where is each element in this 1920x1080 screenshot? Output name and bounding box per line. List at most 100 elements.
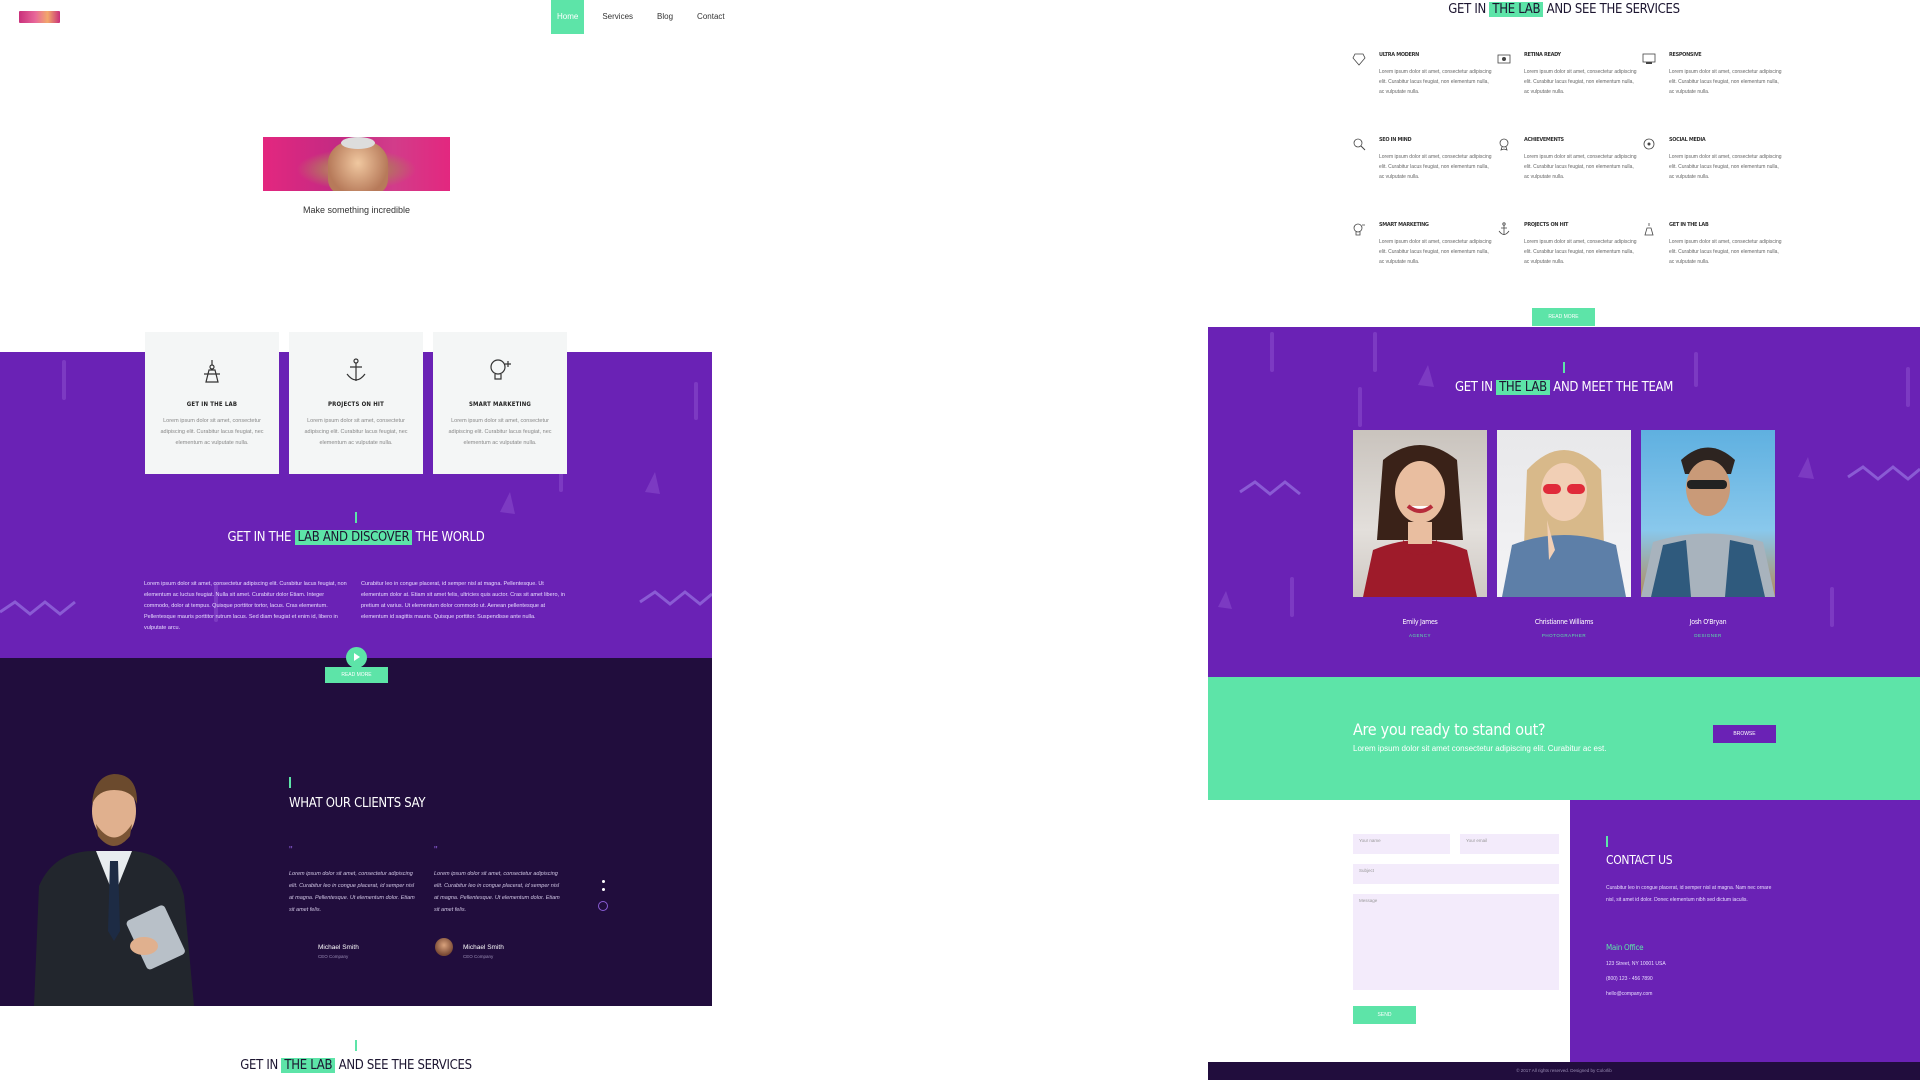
service-title: RETINA READY: [1524, 52, 1561, 58]
nav-services[interactable]: Services: [596, 0, 639, 34]
services-title: GET IN THE LAB AND SEE THE SERVICES: [1448, 2, 1680, 17]
office-address: 123 Street, NY 10001 USA: [1606, 961, 1666, 967]
slider-dot-active[interactable]: [598, 901, 608, 911]
service-title: ACHIEVEMENTS: [1524, 137, 1564, 143]
email-field[interactable]: Your email: [1460, 834, 1559, 854]
cta-button[interactable]: BROWSE: [1713, 725, 1776, 743]
title-accent: [355, 512, 357, 523]
hero-image: [263, 137, 450, 191]
service-title: PROJECTS ON HIT: [1524, 222, 1569, 228]
office-title: Main Office: [1606, 943, 1644, 952]
feature-title: PROJECTS ON HIT: [328, 401, 384, 408]
service-title: SOCIAL MEDIA: [1669, 137, 1706, 143]
service-text: Lorem ipsum dolor sit amet, consectetur …: [1379, 239, 1492, 265]
team-member-role: PHOTOGRAPHER: [1541, 633, 1587, 638]
play-button[interactable]: [346, 647, 367, 668]
anchor-icon: [346, 358, 366, 381]
lab-icon: [1644, 223, 1654, 236]
avatar: [435, 938, 453, 956]
team-member-name: Emily James: [1402, 618, 1438, 626]
message-field[interactable]: Message: [1353, 894, 1559, 990]
testimonial-role: CEO Company: [463, 954, 494, 959]
service-text: Lorem ipsum dolor sit amet, consectetur …: [1524, 154, 1637, 180]
contact-info: CONTACT US Curabitur leo in congue place…: [1570, 800, 1920, 1062]
gem-icon: [1352, 53, 1366, 66]
quote-icon: ": [434, 845, 438, 856]
feature-text: Lorem ipsum dolor sit amet, consectetur …: [160, 418, 264, 446]
service-title: GET IN THE LAB: [1669, 222, 1709, 228]
send-button[interactable]: SEND: [1353, 1006, 1416, 1024]
service-text: Lorem ipsum dolor sit amet, consectetur …: [1669, 69, 1782, 95]
office-phone: (800) 123 - 456 7890: [1606, 976, 1653, 982]
anchor-icon: [1498, 222, 1510, 235]
title-accent: [1563, 362, 1565, 373]
contact-text: Curabitur leo in congue placerat, id sem…: [1606, 885, 1772, 903]
subject-field[interactable]: Subject: [1353, 864, 1559, 884]
service-title: SMART MARKETING: [1379, 222, 1429, 228]
team-member-role: AGENCY: [1408, 633, 1431, 638]
feature-text: Lorem ipsum dolor sit amet, consectetur …: [304, 418, 408, 446]
lab-icon: [204, 360, 220, 383]
testimonial-role: CEO Company: [318, 954, 349, 959]
testimonial-name: Michael Smith: [318, 944, 359, 951]
quote-icon: ": [289, 845, 293, 856]
service-title: SEO IN MIND: [1379, 137, 1412, 143]
service-title: ULTRA MODERN: [1379, 52, 1419, 58]
name-field[interactable]: Your name: [1353, 834, 1450, 854]
service-text: Lorem ipsum dolor sit amet, consectetur …: [1524, 69, 1637, 95]
team-title: GET IN THE LAB AND MEET THE TEAM: [1454, 380, 1674, 395]
feature-card: SMART MARKETING Lorem ipsum dolor sit am…: [433, 332, 567, 474]
logo[interactable]: [19, 11, 60, 23]
cta-section: Are you ready to stand out? Lorem ipsum …: [1208, 677, 1920, 800]
contact-form: Your name Your email Subject Message SEN…: [1208, 800, 1570, 1062]
testimonial-text: Lorem ipsum dolor sit amet, consectetur …: [289, 871, 415, 913]
hero-caption: Make something incredible: [302, 205, 411, 215]
service-text: Lorem ipsum dolor sit amet, consectetur …: [1379, 69, 1492, 95]
nav-contact[interactable]: Contact: [691, 0, 731, 34]
service-text: Lorem ipsum dolor sit amet, consectetur …: [1669, 154, 1782, 180]
team-member-photo: [1641, 430, 1775, 597]
title-accent: [1606, 836, 1608, 847]
service-text: Lorem ipsum dolor sit amet, consectetur …: [1524, 239, 1637, 265]
title-accent: [289, 777, 291, 788]
discover-text-1: Lorem ipsum dolor sit amet, consectetur …: [144, 581, 347, 631]
clients-title: WHAT OUR CLIENTS SAY: [289, 796, 426, 811]
nav-home[interactable]: Home: [551, 0, 585, 34]
feature-text: Lorem ipsum dolor sit amet, consectetur …: [448, 418, 552, 446]
team-member-photo: [1353, 430, 1487, 597]
lightbulb-gear-icon: [490, 359, 511, 380]
discover-read-more-button[interactable]: READ MORE: [325, 667, 388, 683]
discover-title: GET IN THE LAB AND DISCOVER THE WORLD: [227, 530, 485, 545]
team-member-name: Christianne Williams: [1534, 618, 1594, 626]
title-accent: [355, 1040, 357, 1051]
slider-dot[interactable]: [602, 880, 605, 883]
lightbulb-gear-icon: [1353, 223, 1365, 236]
achievement-icon: [1499, 138, 1509, 151]
service-text: Lorem ipsum dolor sit amet, consectetur …: [1379, 154, 1492, 180]
services-title-left: GET IN THE LAB AND SEE THE SERVICES: [240, 1058, 472, 1073]
cta-text: Lorem ipsum dolor sit amet consectetur a…: [1353, 744, 1607, 753]
social-icon: [1643, 138, 1655, 150]
team-section: GET IN THE LAB AND MEET THE TEAM Emily J…: [1208, 327, 1920, 677]
slider-dot[interactable]: [602, 888, 605, 891]
testimonial-text: Lorem ipsum dolor sit amet, consectetur …: [434, 871, 560, 913]
discover-text-2: Curabitur leo in congue placerat, id sem…: [361, 581, 565, 620]
client-photo: [34, 774, 194, 1006]
contact-title: CONTACT US: [1606, 853, 1673, 867]
office-email[interactable]: hello@company.com: [1606, 988, 1652, 1000]
services-grid: ULTRA MODERN Lorem ipsum dolor sit amet,…: [1352, 52, 1782, 292]
team-member-role: DESIGNER: [1694, 633, 1722, 638]
responsive-icon: [1642, 53, 1656, 64]
team-member-photo: [1497, 430, 1631, 597]
nav-blog[interactable]: Blog: [651, 0, 679, 34]
main-nav: Home Services Blog Contact: [551, 0, 743, 34]
services-read-more-button[interactable]: READ MORE: [1532, 308, 1595, 326]
retina-icon: [1497, 54, 1511, 64]
feature-card: GET IN THE LAB Lorem ipsum dolor sit ame…: [145, 332, 279, 474]
footer: © 2017 All rights reserved. Designed by …: [1208, 1062, 1920, 1080]
team-member-name: Josh O'Bryan: [1689, 618, 1727, 626]
magnifier-icon: [1353, 138, 1366, 151]
cta-title: Are you ready to stand out?: [1353, 720, 1546, 739]
testimonial-name: Michael Smith: [463, 944, 504, 951]
feature-card: PROJECTS ON HIT Lorem ipsum dolor sit am…: [289, 332, 423, 474]
